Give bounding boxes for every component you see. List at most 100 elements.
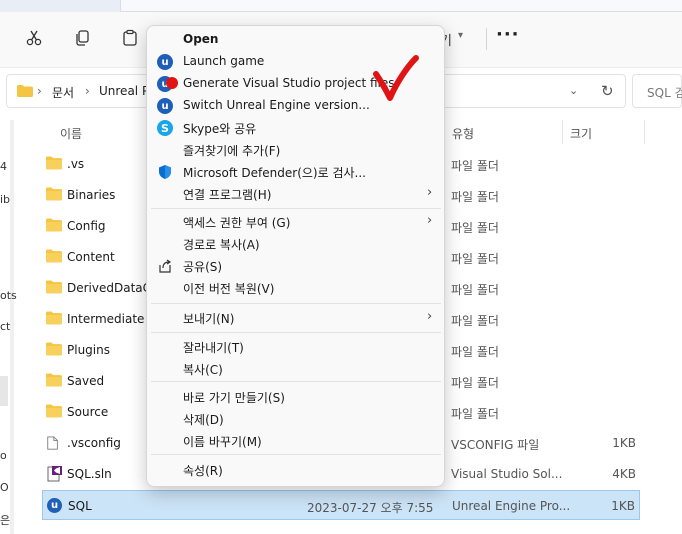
menu-item-보내기-n[interactable]: 보내기(N) › — [151, 307, 441, 329]
menu-item-label: 복사(C) — [183, 363, 223, 377]
file-name: Saved — [67, 374, 105, 388]
menu-item-label: 연결 프로그램(H) — [183, 188, 272, 202]
folder-icon — [46, 373, 62, 387]
chevron-down-icon[interactable]: ⌄ — [569, 84, 578, 97]
menu-item-label: Microsoft Defender(으)로 검사... — [183, 166, 366, 180]
folder-icon — [46, 342, 62, 356]
chevron-right-icon: › — [37, 84, 42, 98]
cut-icon[interactable] — [20, 26, 48, 50]
nav-item-selected[interactable] — [0, 376, 8, 406]
menu-separator — [151, 454, 441, 455]
file-name: .vsconfig — [67, 436, 121, 450]
chevron-right-icon: › — [85, 84, 90, 98]
nav-item-fragment[interactable]: 4 — [0, 160, 7, 173]
menu-item-경로로-복사-a[interactable]: 경로로 복사(A) — [151, 233, 441, 255]
file-type: 파일 폴더 — [451, 376, 499, 390]
menu-item-바로-가기-만들기-s[interactable]: 바로 가기 만들기(S) — [151, 386, 441, 408]
column-header-name[interactable]: 이름 — [60, 125, 82, 149]
menu-item-label: 즐겨찾기에 추가(F) — [183, 144, 281, 158]
menu-item-label: 보내기(N) — [183, 312, 235, 326]
menu-item-microsoft-defender-으-로-검사[interactable]: Microsoft Defender(으)로 검사... — [151, 161, 441, 183]
annotation-checkmark-icon — [373, 55, 419, 101]
column-header-type[interactable]: 유형 — [452, 125, 474, 149]
share-icon — [157, 258, 173, 274]
menu-item-삭제-d[interactable]: 삭제(D) — [151, 408, 441, 430]
menu-item-label: 액세스 권한 부여 (G) — [183, 216, 291, 230]
folder-icon — [46, 311, 62, 325]
menu-item-label: 이전 버전 복원(V) — [183, 282, 275, 296]
column-divider[interactable] — [562, 120, 563, 144]
menu-item-속성-r[interactable]: 속성(R) — [151, 459, 441, 481]
file-size: 4KB — [612, 467, 636, 481]
menu-item-연결-프로그램-h[interactable]: 연결 프로그램(H) › — [151, 183, 441, 205]
copy-icon[interactable] — [68, 26, 96, 50]
menu-item-즐겨찾기에-추가-f[interactable]: 즐겨찾기에 추가(F) — [151, 139, 441, 161]
file-name: Source — [67, 405, 109, 419]
file-name: .vs — [67, 157, 85, 171]
file-type: 파일 폴더 — [451, 283, 499, 297]
menu-item-공유-s[interactable]: 공유(S) — [151, 255, 441, 277]
menu-item-label: 공유(S) — [183, 260, 223, 274]
paste-icon[interactable] — [116, 26, 144, 50]
chevron-down-icon[interactable]: ▾ — [458, 30, 463, 41]
menu-item-label: 잘라내기(T) — [183, 341, 244, 355]
defender-shield-icon — [157, 164, 173, 180]
file-type: 파일 폴더 — [451, 407, 499, 421]
file-name: DerivedDataCa — [67, 281, 159, 295]
file-type: Unreal Engine Pro... — [452, 499, 571, 513]
menu-item-잘라내기-t[interactable]: 잘라내기(T) — [151, 336, 441, 358]
nav-item-fragment[interactable]: O — [0, 481, 9, 494]
refresh-icon[interactable]: ↻ — [601, 82, 614, 100]
folder-icon — [46, 249, 62, 263]
folder-icon — [46, 404, 62, 418]
menu-item-label: 이름 바꾸기(M) — [183, 435, 262, 449]
file-name: Config — [67, 219, 106, 233]
menu-item-label: Switch Unreal Engine version... — [183, 98, 370, 112]
nav-item-fragment[interactable]: o — [0, 449, 7, 462]
nav-item-fragment[interactable]: ib — [0, 193, 10, 206]
unreal-engine-icon: u — [47, 498, 63, 513]
folder-icon — [46, 280, 62, 294]
menu-item-skype와-공유[interactable]: S Skype와 공유 — [151, 117, 441, 139]
menu-item-open[interactable]: Open — [151, 29, 441, 51]
table-row[interactable]: u SQL 2023-07-27 오후 7:55 Unreal Engine Pro.… — [42, 490, 640, 520]
nav-item-fragment[interactable]: 은 — [0, 512, 10, 528]
folder-icon — [46, 187, 62, 201]
menu-item-label: Open — [183, 32, 219, 46]
file-name: SQL — [68, 499, 92, 513]
nav-item-fragment[interactable]: ots — [0, 289, 17, 302]
file-name: Binaries — [67, 188, 116, 202]
nav-item-fragment[interactable]: ct — [0, 320, 10, 333]
chevron-right-icon: › — [427, 213, 433, 228]
menu-item-label: 경로로 복사(A) — [183, 238, 260, 252]
menu-separator — [151, 332, 441, 333]
menu-item-복사-c[interactable]: 복사(C) — [151, 358, 441, 380]
column-header-size[interactable]: 크기 — [570, 125, 592, 149]
nav-scrollbar[interactable] — [10, 120, 14, 534]
file-name: SQL.sln — [67, 467, 112, 481]
column-divider[interactable] — [644, 120, 645, 144]
menu-item-이전-버전-복원-v[interactable]: 이전 버전 복원(V) — [151, 277, 441, 299]
menu-item-label: Launch game — [183, 54, 265, 68]
breadcrumb-documents[interactable]: 문서 — [52, 84, 74, 101]
breadcrumb-project[interactable]: Unreal P — [99, 84, 149, 98]
file-size: 1KB — [611, 499, 635, 513]
search-box[interactable]: SQL 검 — [632, 74, 682, 108]
chevron-right-icon: › — [427, 309, 433, 324]
menu-item-label: 속성(R) — [183, 464, 223, 478]
folder-icon — [46, 156, 62, 170]
toolbar-divider — [486, 28, 487, 50]
menu-item-label: Generate Visual Studio project files — [183, 76, 395, 90]
chevron-right-icon: › — [427, 185, 433, 200]
menu-item-label: 바로 가기 만들기(S) — [183, 391, 285, 405]
unreal-engine-icon: u — [157, 54, 173, 70]
search-input[interactable]: SQL 검 — [647, 84, 682, 101]
menu-item-액세스-권한-부여-g[interactable]: 액세스 권한 부여 (G) › — [151, 211, 441, 233]
file-type: 파일 폴더 — [451, 345, 499, 359]
file-type: 파일 폴더 — [451, 314, 499, 328]
active-tab[interactable] — [120, 0, 682, 12]
file-name: Content — [67, 250, 115, 264]
menu-item-이름-바꾸기-m[interactable]: 이름 바꾸기(M) — [151, 430, 441, 452]
menu-separator — [151, 208, 441, 209]
more-options-button[interactable]: ··· — [496, 24, 520, 45]
